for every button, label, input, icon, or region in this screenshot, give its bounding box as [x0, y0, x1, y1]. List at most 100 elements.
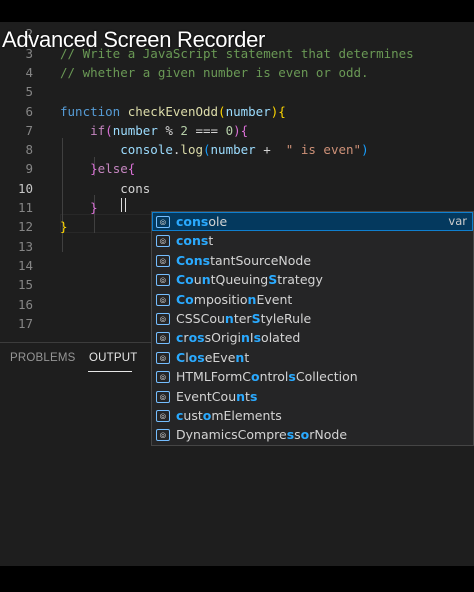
suggestion-label: HTMLFormControlsCollection: [176, 367, 358, 386]
code-line[interactable]: 7 if(number % 2 === 0){: [0, 121, 474, 140]
line-number: 6: [25, 103, 33, 119]
code-line[interactable]: 5: [0, 82, 474, 101]
code-token: cons: [60, 180, 151, 196]
code-token: number: [210, 142, 256, 158]
code-token: +: [255, 142, 286, 158]
autocomplete-suggestions[interactable]: ⦾ console var ⦾ const ⦾ ConstantSourceNode ⦾ Cou…: [151, 211, 474, 446]
code-token: number: [225, 103, 271, 119]
code-token: {: [240, 122, 249, 138]
code-token: " is even": [285, 142, 362, 158]
line-code: }: [60, 217, 68, 236]
variable-icon: ⦾: [156, 351, 170, 364]
line-number: 14: [17, 257, 33, 273]
line-number: 10: [17, 180, 33, 196]
match-highlight: s: [253, 330, 262, 346]
suggestion-item[interactable]: ⦾ console var: [152, 212, 473, 232]
variable-icon: ⦾: [156, 410, 170, 422]
code-token: (: [105, 122, 113, 138]
match-highlight: o: [251, 369, 260, 385]
match-highlight: o: [188, 330, 198, 346]
code-token: log: [180, 142, 203, 158]
suggestion-item[interactable]: ⦾ EventCounts: [152, 387, 473, 406]
suggestion-item[interactable]: ⦾ customElements: [152, 406, 473, 425]
suggestion-item[interactable]: ⦾ CompositionEvent: [152, 290, 473, 309]
watermark: Advanced Screen Recorder: [2, 27, 266, 52]
suggestion-item[interactable]: ⦾ HTMLFormControlsCollection: [152, 367, 473, 386]
code-line[interactable]: 10 cons: [0, 179, 474, 198]
match-highlight: S: [268, 272, 278, 288]
match-highlight: Cons: [176, 252, 211, 268]
line-code: // whether a given number is even or odd…: [60, 63, 369, 82]
match-highlight: o: [188, 349, 198, 365]
match-highlight: s: [197, 330, 205, 346]
match-highlight: n: [235, 349, 245, 365]
suggestion-label: crossOriginIsolated: [176, 328, 300, 347]
suggestion-detail: var: [448, 214, 467, 228]
line-code: }else{: [60, 159, 135, 178]
label-text: u: [228, 388, 237, 404]
label-text: u: [216, 311, 225, 326]
code-line[interactable]: 4 // whether a given number is even or od…: [0, 63, 474, 82]
code-token: if: [60, 122, 106, 138]
match-highlight: cons: [176, 214, 209, 229]
code-token: (: [218, 103, 226, 119]
line-number: 5: [25, 84, 33, 100]
tab-problems[interactable]: PROBLEMS: [10, 352, 76, 364]
suggestion-item[interactable]: ⦾ ConstantSourceNode: [152, 251, 473, 270]
variable-icon: ⦾: [156, 274, 170, 287]
label-text: ntrol: [259, 369, 289, 385]
label-text: DynamicsCompre: [176, 427, 287, 443]
match-highlight: s: [288, 369, 296, 385]
match-highlight: Co: [176, 291, 194, 307]
suggestion-label: ConstantSourceNode: [176, 251, 311, 270]
code-token: checkEvenOdd: [127, 103, 219, 119]
label-text: olated: [261, 330, 301, 346]
variable-icon: ⦾: [156, 429, 170, 442]
line-number: 17: [17, 315, 33, 331]
suggestion-item[interactable]: ⦾ CountQueuingStrategy: [152, 270, 473, 289]
code-line[interactable]: 9 }else{: [0, 159, 474, 178]
code-token: 0: [225, 122, 234, 138]
suggestion-label: DynamicsCompressorNode: [176, 425, 347, 444]
label-text: CSSCo: [176, 311, 217, 326]
match-highlight: s: [249, 388, 258, 404]
line-code: }: [60, 198, 98, 217]
match-highlight: S: [251, 311, 261, 326]
label-text: rigi: [220, 330, 241, 346]
suggestion-item[interactable]: ⦾ CloseEvent: [152, 348, 473, 367]
label-text: t: [244, 349, 250, 365]
label-text: u: [193, 272, 202, 288]
code-line[interactable]: 8 console.log(number + " is even"): [0, 140, 474, 159]
code-token: (: [203, 142, 211, 158]
label-text: EventCo: [176, 388, 229, 404]
variable-icon: ⦾: [156, 371, 170, 384]
match-highlight: Co: [176, 272, 194, 288]
line-number: 11: [17, 200, 33, 215]
code-token: %: [157, 122, 181, 138]
line-number: 4: [25, 64, 33, 80]
label-text: tQueuing: [210, 272, 269, 288]
code-token: }: [60, 161, 98, 177]
suggestion-item[interactable]: ⦾ const: [152, 231, 473, 250]
variable-icon: ⦾: [156, 293, 170, 306]
match-highlight: n: [236, 388, 246, 404]
line-number: 9: [25, 161, 33, 177]
tab-output[interactable]: OUTPUT: [89, 352, 137, 364]
suggestion-item[interactable]: ⦾ CSSCounterStyleRule: [152, 309, 473, 328]
active-tab-indicator: [88, 371, 132, 372]
code-token: ): [361, 142, 369, 158]
suggestion-label: const: [176, 231, 213, 250]
code-token: console: [60, 142, 173, 158]
code-token: ): [233, 122, 241, 138]
suggestion-item[interactable]: ⦾ crossOriginIsolated: [152, 328, 473, 347]
suggestion-label: EventCounts: [176, 387, 257, 406]
line-number: 8: [25, 142, 33, 158]
match-highlight: cons: [176, 233, 209, 249]
label-text: trategy: [277, 272, 323, 288]
suggestion-item[interactable]: ⦾ DynamicsCompressorNode: [152, 425, 473, 444]
match-highlight: n: [224, 311, 234, 326]
suggestion-label: CloseEvent: [176, 348, 249, 367]
code-line[interactable]: 6 function checkEvenOdd(number){: [0, 102, 474, 121]
line-number: 7: [25, 122, 33, 138]
variable-icon: ⦾: [156, 216, 170, 228]
